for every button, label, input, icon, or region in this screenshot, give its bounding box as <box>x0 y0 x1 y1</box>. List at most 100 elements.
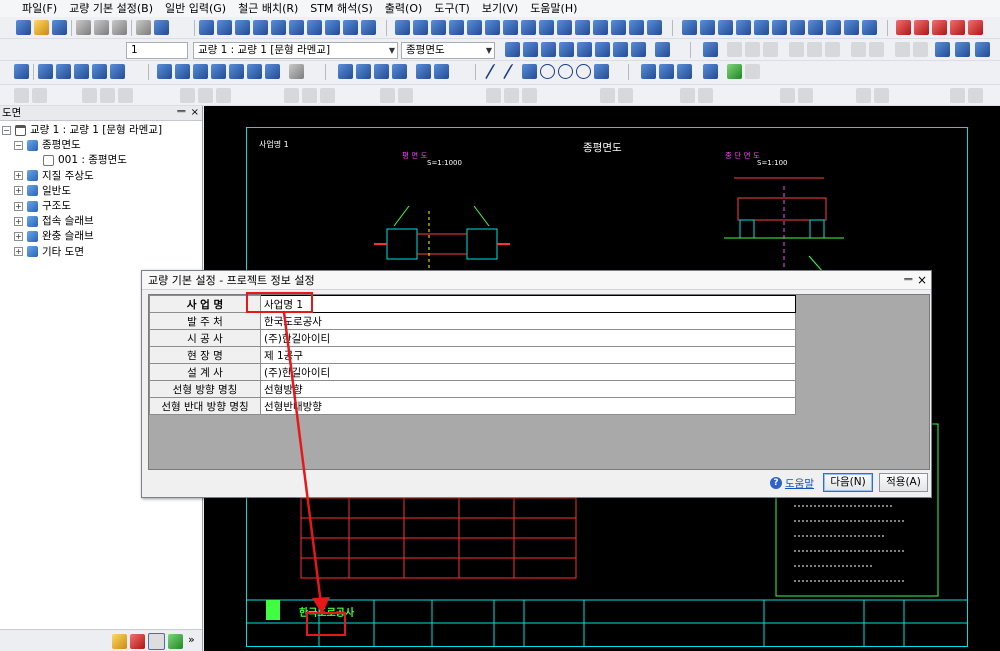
property-icon[interactable] <box>703 64 718 79</box>
zoom-in-icon[interactable] <box>229 64 244 79</box>
close-icon[interactable]: × <box>191 106 199 120</box>
tool-red-1-icon[interactable] <box>896 20 911 35</box>
view-select[interactable]: 종평면도 ▼ <box>401 42 495 59</box>
stm-result-icon[interactable] <box>790 20 805 35</box>
select-mode-icon[interactable] <box>199 20 214 35</box>
guard-icon[interactable] <box>629 20 644 35</box>
grid-row-value-input[interactable]: 한국도로공사 <box>260 312 796 330</box>
acrobat-icon[interactable] <box>130 634 145 649</box>
circle-2-tool-icon[interactable] <box>558 64 573 79</box>
undo-icon[interactable] <box>955 42 970 57</box>
stm-graph-icon[interactable] <box>862 20 877 35</box>
tool-compass-icon[interactable] <box>505 42 520 57</box>
expand-icon[interactable]: + <box>14 231 23 241</box>
expand-icon[interactable]: + <box>14 216 23 226</box>
save-icon[interactable] <box>52 20 67 35</box>
refresh-icon[interactable] <box>655 42 670 57</box>
frame-icon[interactable] <box>392 64 407 79</box>
tree-item[interactable]: + 구조도 <box>14 199 71 214</box>
menu-item-4[interactable]: STM 해석(S) <box>304 0 379 17</box>
apply-button[interactable]: 적용(A) <box>879 473 928 492</box>
zoom-prev-icon[interactable] <box>211 64 226 79</box>
expand-icon[interactable]: + <box>14 171 23 181</box>
sheet-2-icon[interactable] <box>56 64 71 79</box>
attribute-icon[interactable] <box>307 20 322 35</box>
cross-tool-icon[interactable] <box>522 64 537 79</box>
last-page-icon[interactable] <box>631 42 646 57</box>
page-number-input[interactable]: 1 <box>126 42 188 59</box>
rebar-icon[interactable] <box>575 20 590 35</box>
tree-item[interactable]: + 기타 도면 <box>14 245 84 260</box>
section-icon[interactable] <box>431 20 446 35</box>
pin-icon[interactable]: ᆖ <box>177 106 186 120</box>
menu-item-5[interactable]: 출력(O) <box>379 0 428 17</box>
sheet-5-icon[interactable] <box>110 64 125 79</box>
pan-hand-icon[interactable] <box>289 64 304 79</box>
zoom-extent-icon[interactable] <box>193 64 208 79</box>
menu-item-6[interactable]: 도구(T) <box>428 0 476 17</box>
slab-icon[interactable] <box>539 20 554 35</box>
layer-icon[interactable] <box>325 20 340 35</box>
collapse-icon[interactable]: − <box>14 140 23 150</box>
menu-item-7[interactable]: 보기(V) <box>476 0 524 17</box>
cut-icon[interactable] <box>112 20 127 35</box>
snap-icon[interactable] <box>356 64 371 79</box>
grid-icon[interactable] <box>253 20 268 35</box>
more-icon[interactable]: » <box>188 633 195 646</box>
edit-icon[interactable] <box>416 64 431 79</box>
acad-icon[interactable] <box>148 633 165 650</box>
window-icon[interactable] <box>217 20 232 35</box>
check-icon[interactable] <box>14 64 29 79</box>
stirrup-icon[interactable] <box>593 20 608 35</box>
expand-icon[interactable]: + <box>14 186 23 196</box>
stm-table-icon[interactable] <box>844 20 859 35</box>
sheet-3-icon[interactable] <box>74 64 89 79</box>
tree-item[interactable]: − 종평면도 <box>14 138 81 153</box>
measure-icon[interactable] <box>641 64 656 79</box>
joint-icon[interactable] <box>611 20 626 35</box>
stm-run-icon[interactable] <box>772 20 787 35</box>
print-preview-icon[interactable] <box>154 20 169 35</box>
zoom-out-icon[interactable] <box>247 64 262 79</box>
collapse-icon[interactable]: − <box>2 125 11 135</box>
menu-item-3[interactable]: 철근 배치(R) <box>232 0 304 17</box>
zoom-all-icon[interactable] <box>175 64 190 79</box>
fit-icon[interactable] <box>935 42 950 57</box>
prev-fast-icon[interactable] <box>541 42 556 57</box>
tree-item[interactable]: − 교량 1 : 교량 1 [문형 라멘교] <box>2 123 162 138</box>
expand-icon[interactable]: + <box>14 247 23 257</box>
style-icon[interactable] <box>434 64 449 79</box>
stm-model-icon[interactable] <box>682 20 697 35</box>
span-icon[interactable] <box>413 20 428 35</box>
pier-icon[interactable] <box>467 20 482 35</box>
option-icon[interactable] <box>361 20 376 35</box>
tool-red-2-icon[interactable] <box>914 20 929 35</box>
grid-row-value-input[interactable]: 선형반대방향 <box>260 397 796 415</box>
bridge-select[interactable]: 교량 1 : 교량 1 [문형 라멘교] ▼ <box>193 42 398 59</box>
grid-row-value-input[interactable]: (주)한길아이티 <box>260 329 796 347</box>
grid-row-value-input[interactable]: 선형방향 <box>260 380 796 398</box>
tree-item[interactable]: + 완충 슬래브 <box>14 229 94 244</box>
pile-icon[interactable] <box>521 20 536 35</box>
layout-icon[interactable] <box>235 20 250 35</box>
stm-report-icon[interactable] <box>826 20 841 35</box>
wing-wall-icon[interactable] <box>485 20 500 35</box>
load-icon[interactable] <box>557 20 572 35</box>
sheet-icon[interactable] <box>38 64 53 79</box>
sheet-4-icon[interactable] <box>92 64 107 79</box>
dxf-export-icon[interactable] <box>76 20 91 35</box>
tree-item[interactable]: + 지질 주상도 <box>14 169 94 184</box>
help-icon[interactable]: ? <box>770 477 782 489</box>
next-button[interactable]: 다음(N) <box>823 473 873 492</box>
stm-load-icon[interactable] <box>754 20 769 35</box>
tool-red-5-icon[interactable] <box>968 20 983 35</box>
text-tool-icon[interactable] <box>659 64 674 79</box>
abutment-icon[interactable] <box>449 20 464 35</box>
grid-row-value-input[interactable]: (주)한길아이티 <box>260 363 796 381</box>
next-icon[interactable] <box>595 42 610 57</box>
close-icon[interactable]: × <box>917 271 927 290</box>
stm-strut-icon[interactable] <box>718 20 733 35</box>
tool-red-4-icon[interactable] <box>950 20 965 35</box>
dimension-icon[interactable] <box>374 64 389 79</box>
pin-icon[interactable]: ᆖ <box>904 271 913 290</box>
